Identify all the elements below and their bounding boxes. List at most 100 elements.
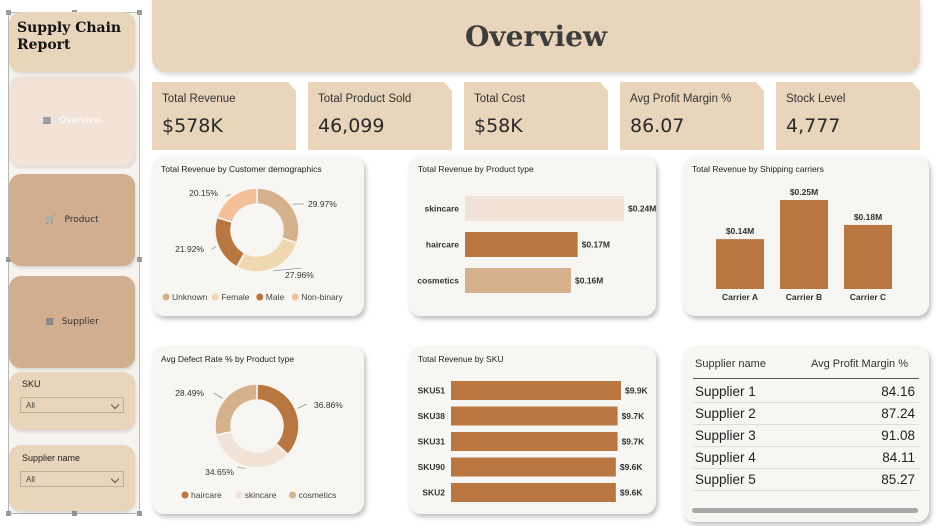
bar [465,232,578,257]
donut-slice [214,383,258,437]
data-label: $0.17M [582,240,610,250]
header-divider [693,378,919,379]
bar [780,200,828,289]
data-label: $0.16M [575,276,603,286]
supplier-dropdown[interactable]: All [20,471,124,487]
slice-label: 21.92% [175,244,204,254]
kpi-avg-profit-margin: Avg Profit Margin % 86.07 [620,82,764,150]
bar [451,406,618,426]
legend-marker [289,491,297,499]
category-label: SKU51 [418,386,446,396]
chevron-down-icon [110,400,120,410]
slice-label: 27.96% [285,270,314,280]
resize-handle[interactable] [72,511,77,516]
data-label: $9.7K [622,437,646,447]
profit-margin-cell: 84.11 [882,450,915,465]
kpi-label: Avg Profit Margin % [630,93,732,105]
kpi-value: $578K [162,115,223,137]
product-type-revenue-card[interactable]: Total Revenue by Product type skincare $0… [409,156,656,316]
leader-line [236,466,246,469]
dropdown-value: All [26,401,35,410]
legend-marker [291,293,299,301]
nav-product-button[interactable]: 🛒 Product [9,174,135,266]
category-label: haircare [426,240,459,250]
dropdown-value: All [26,475,35,484]
data-label: $9.7K [622,411,646,421]
slice-label: 29.97% [308,199,337,209]
chevron-down-icon [110,474,120,484]
legend-label: Female [221,292,250,302]
kpi-label: Total Cost [474,93,526,105]
nav-label: Overview [59,116,102,126]
nav-supplier-button[interactable]: ▩ Supplier [9,276,135,368]
table-row[interactable]: Supplier 3 91.08 [693,425,919,447]
bar [451,457,616,477]
horizontal-scrollbar[interactable] [692,508,918,513]
defect-rate-card[interactable]: Avg Defect Rate % by Product type 36.86%… [152,346,364,514]
overview-icon: ▩ [42,116,52,126]
resize-handle[interactable] [137,10,142,15]
slice-label: 28.49% [175,388,204,398]
resize-handle[interactable] [6,511,11,516]
data-label: $9.9K [625,386,649,396]
shipping-carriers-card[interactable]: Total Revenue by Shipping carriers $0.14… [683,156,929,316]
table-header-supplier[interactable]: Supplier name [695,358,766,370]
donut-slice [214,216,246,268]
legend-marker [162,293,170,301]
sku-dropdown[interactable]: All [20,397,124,413]
table-header-margin[interactable]: Avg Profit Margin % [811,358,908,370]
nav-overview-button[interactable]: ▩ Overview [9,76,135,166]
profit-margin-cell: 84.16 [881,384,915,399]
legend-label: Unknown [172,292,208,302]
kpi-label: Total Product Sold [318,93,412,105]
table-row[interactable]: Supplier 1 84.16 [693,381,919,403]
sku-revenue-card[interactable]: Total Revenue by SKU SKU51 $9.9K SKU38 $9.7… [409,346,656,514]
resize-handle[interactable] [6,10,11,15]
resize-handle[interactable] [137,511,142,516]
legend-marker [211,293,219,301]
kpi-total-cost: Total Cost $58K [464,82,608,150]
donut-slice [235,237,298,273]
nav-label: Product [64,215,99,225]
category-label: cosmetics [417,276,459,286]
category-label: skincare [425,204,460,214]
table-row[interactable]: Supplier 4 84.11 [693,447,919,469]
category-label: SKU90 [418,462,446,472]
product-type-bar-chart: skincare $0.24M haircare $0.17M cosmetics $0.… [417,196,656,293]
data-label: $9.6K [620,488,644,498]
legend-label: Non-binary [301,292,343,302]
shipping-carriers-bar-chart: $0.14M Carrier A $0.25M Carrier B $0.18M Carr… [716,187,892,302]
slice-label: 34.65% [205,467,234,477]
data-label: $0.14M [726,226,754,236]
sku-bar-chart: SKU51 $9.9K SKU38 $9.7K SKU31 $9.7K SKU90 $9.6K… [418,381,649,502]
kpi-label: Total Revenue [162,93,236,105]
category-label: SKU31 [418,437,446,447]
bar [451,432,618,451]
legend-label: skincare [245,490,277,500]
donut-slice [215,430,289,469]
leader-line [211,246,217,250]
table-row[interactable]: Supplier 5 85.27 [693,469,919,491]
category-label: SKU2 [422,488,445,498]
bar [465,196,624,221]
defect-rate-donut: 36.86% 34.65% 28.49% haircare skincare cosmet… [175,383,343,500]
supplier-table-card[interactable]: Supplier name Avg Profit Margin % Suppli… [683,346,929,522]
data-label: $0.24M [628,204,656,214]
legend-marker [256,293,264,301]
page-title: Overview [464,19,608,53]
data-label: $0.25M [790,187,818,197]
customer-demographics-donut: 29.97% 27.96% 21.92% 20.15% Unknown Female Mal… [162,187,344,302]
legend-label: Male [266,292,285,302]
kpi-value: 46,099 [318,115,385,137]
slicer-title: Supplier name [22,453,81,463]
leader-line [213,392,223,399]
supplier-name-cell: Supplier 5 [695,472,756,487]
customer-demographics-card[interactable]: Total Revenue by Customer demographics 2… [152,156,364,316]
cart-icon: 🛒 [45,215,57,225]
supplier-icon: ▩ [45,317,54,327]
table-row[interactable]: Supplier 2 87.24 [693,403,919,425]
resize-handle[interactable] [137,257,142,262]
profit-margin-cell: 85.27 [881,472,915,487]
page-title-banner: Overview [152,0,920,72]
app-title: Supply Chain Report [17,20,122,53]
